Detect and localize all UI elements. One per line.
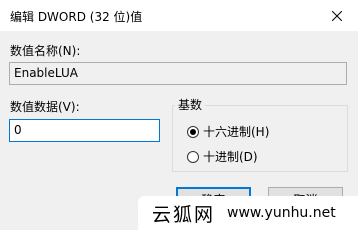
window-title: 编辑 DWORD (32 位)值 (10, 10, 143, 24)
value-name-label: 数值名称(N): (10, 44, 81, 58)
watermark: 云狐网 www.yunhu.net (138, 196, 358, 230)
close-button[interactable] (316, 0, 358, 31)
watermark-site: 云狐网 (152, 203, 216, 226)
value-data-input[interactable]: 0 (9, 119, 160, 142)
value-data-label: 数值数据(V): (10, 100, 80, 114)
radio-hexadecimal[interactable]: 十六进制(H) (187, 123, 269, 140)
radio-decimal[interactable]: 十进制(D) (187, 148, 258, 165)
radio-dec-button[interactable] (187, 150, 199, 163)
radio-hex-label: 十六进制(H) (203, 125, 270, 139)
title-bar: 编辑 DWORD (32 位)值 (0, 0, 358, 31)
watermark-url: www.yunhu.net (227, 205, 336, 221)
edit-dword-dialog: 编辑 DWORD (32 位)值 数值名称(N): EnableLUA 数值数据… (0, 0, 358, 230)
base-group-label: 基数 (175, 96, 206, 113)
radio-dec-label: 十进制(D) (203, 150, 258, 164)
value-name-field[interactable]: EnableLUA (9, 62, 347, 85)
close-icon (332, 10, 342, 21)
radio-hex-button[interactable] (187, 125, 199, 138)
